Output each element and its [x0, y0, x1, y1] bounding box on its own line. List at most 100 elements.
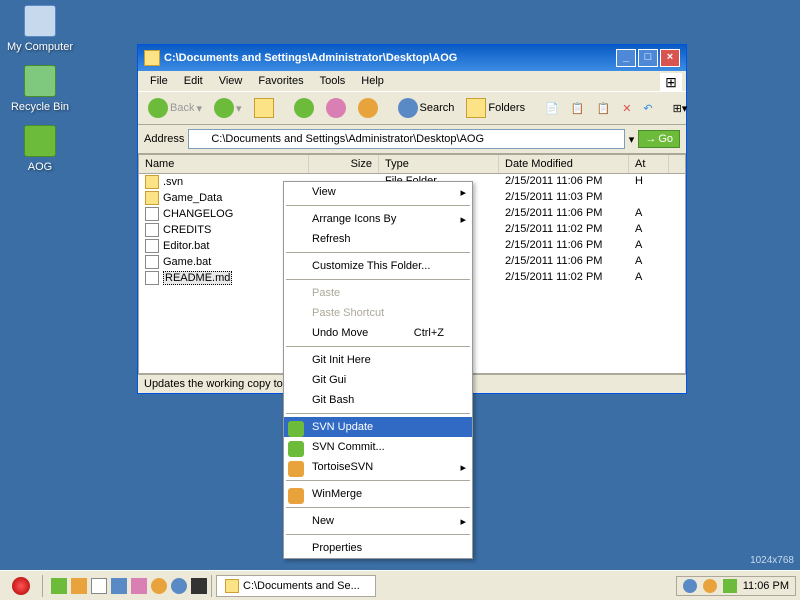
file-icon — [145, 207, 159, 221]
ctx-git-init-here[interactable]: Git Init Here — [284, 350, 472, 370]
file-attr: A — [635, 271, 675, 285]
clock[interactable]: 11:06 PM — [743, 580, 789, 592]
close-button[interactable]: × — [660, 49, 680, 67]
ctx-new[interactable]: New — [284, 511, 472, 531]
file-date: 2/15/2011 11:02 PM — [505, 223, 635, 237]
up-icon — [254, 98, 274, 118]
taskbar-button[interactable]: C:\Documents and Se... — [216, 575, 376, 597]
forward-button[interactable]: ▾ — [210, 96, 246, 120]
file-icon — [145, 175, 159, 189]
menu-file[interactable]: File — [142, 73, 176, 89]
tool-button[interactable] — [354, 96, 382, 120]
ql-icon[interactable] — [191, 578, 207, 594]
ctx-refresh[interactable]: Refresh — [284, 229, 472, 249]
col-date[interactable]: Date Modified — [499, 155, 629, 173]
ql-icon[interactable] — [51, 578, 67, 594]
address-dropdown[interactable]: ▾ — [629, 133, 635, 146]
quicklaunch — [51, 578, 207, 594]
resolution-watermark: 1024x768 — [750, 555, 794, 566]
file-attr: A — [635, 223, 675, 237]
desktop-icon-my-computer[interactable]: My Computer — [5, 5, 75, 53]
ql-icon[interactable] — [131, 578, 147, 594]
undo-button[interactable]: ↶ — [639, 100, 656, 117]
file-icon — [145, 255, 159, 269]
start-icon — [12, 577, 30, 595]
forward-icon — [214, 98, 234, 118]
menu-help[interactable]: Help — [353, 73, 392, 89]
ctx-customize-this-folder-[interactable]: Customize This Folder... — [284, 256, 472, 276]
desktop-icon-aog[interactable]: AOG — [5, 125, 75, 173]
folders-button[interactable]: Folders — [462, 96, 529, 120]
ctx-label: Paste Shortcut — [312, 307, 384, 319]
file-attr: A — [635, 239, 675, 253]
ctx-svn-commit-[interactable]: SVN Commit... — [284, 437, 472, 457]
views-button[interactable]: ⊞▾ — [669, 100, 692, 117]
tool-button[interactable]: 📄 — [541, 100, 563, 117]
ql-icon[interactable] — [91, 578, 107, 594]
minimize-button[interactable]: _ — [616, 49, 636, 67]
back-button[interactable]: Back ▾ — [144, 96, 206, 120]
start-button[interactable] — [4, 575, 38, 597]
tray-icon[interactable] — [703, 579, 717, 593]
recycle-icon — [24, 65, 56, 97]
ctx-svn-update[interactable]: SVN Update — [284, 417, 472, 437]
ql-icon[interactable] — [171, 578, 187, 594]
menu-favorites[interactable]: Favorites — [250, 73, 311, 89]
ctx-winmerge[interactable]: WinMerge — [284, 484, 472, 504]
file-name: Editor.bat — [163, 240, 209, 252]
shortcut: Ctrl+Z — [414, 327, 444, 339]
tool-icon — [358, 98, 378, 118]
ql-icon[interactable] — [111, 578, 127, 594]
titlebar[interactable]: C:\Documents and Settings\Administrator\… — [138, 45, 686, 71]
ql-icon[interactable] — [151, 578, 167, 594]
folder-icon — [225, 579, 239, 593]
tortoise-icon — [288, 461, 304, 477]
ctx-label: Customize This Folder... — [312, 260, 430, 272]
menu-tools[interactable]: Tools — [312, 73, 354, 89]
maximize-button[interactable]: □ — [638, 49, 658, 67]
icon-label: My Computer — [5, 41, 75, 53]
ctx-undo-move[interactable]: Undo MoveCtrl+Z — [284, 323, 472, 343]
file-name: Game_Data — [163, 192, 222, 204]
menu-edit[interactable]: Edit — [176, 73, 211, 89]
tool-button[interactable]: 📋 — [567, 100, 589, 117]
ctx-view[interactable]: View — [284, 182, 472, 202]
ctx-git-gui[interactable]: Git Gui — [284, 370, 472, 390]
tray-icon[interactable] — [683, 579, 697, 593]
delete-button[interactable]: ✕ — [618, 100, 635, 117]
file-date: 2/15/2011 11:06 PM — [505, 175, 635, 189]
windows-logo-icon: ⊞ — [660, 73, 682, 91]
ql-icon[interactable] — [71, 578, 87, 594]
ctx-arrange-icons-by[interactable]: Arrange Icons By — [284, 209, 472, 229]
col-attr[interactable]: At — [629, 155, 669, 173]
system-tray: 11:06 PM — [676, 576, 796, 596]
search-button[interactable]: Search — [394, 96, 459, 120]
ctx-label: SVN Commit... — [312, 441, 385, 453]
ctx-tortoisesvn[interactable]: TortoiseSVN — [284, 457, 472, 477]
tool-button[interactable] — [322, 96, 350, 120]
ctx-git-bash[interactable]: Git Bash — [284, 390, 472, 410]
col-name[interactable]: Name — [139, 155, 309, 173]
ctx-label: Refresh — [312, 233, 351, 245]
tool-button[interactable] — [290, 96, 318, 120]
icon-label: Recycle Bin — [5, 101, 75, 113]
file-date: 2/15/2011 11:03 PM — [505, 191, 635, 205]
col-type[interactable]: Type — [379, 155, 499, 173]
file-name: .svn — [163, 176, 183, 188]
tool-button[interactable]: 📋 — [592, 100, 614, 117]
file-icon — [145, 239, 159, 253]
up-button[interactable] — [250, 96, 278, 120]
ctx-properties[interactable]: Properties — [284, 538, 472, 558]
tool-icon — [326, 98, 346, 118]
go-button[interactable]: → Go — [638, 130, 680, 148]
desktop-icon-recycle-bin[interactable]: Recycle Bin — [5, 65, 75, 113]
address-input[interactable] — [188, 129, 624, 149]
file-date: 2/15/2011 11:06 PM — [505, 255, 635, 269]
tray-icon[interactable] — [723, 579, 737, 593]
ctx-label: Arrange Icons By — [312, 213, 396, 225]
icon-label: AOG — [5, 161, 75, 173]
col-size[interactable]: Size — [309, 155, 379, 173]
ctx-label: New — [312, 515, 334, 527]
menu-view[interactable]: View — [211, 73, 251, 89]
context-menu: View Arrange Icons By Refresh Customize Thi… — [283, 181, 473, 559]
